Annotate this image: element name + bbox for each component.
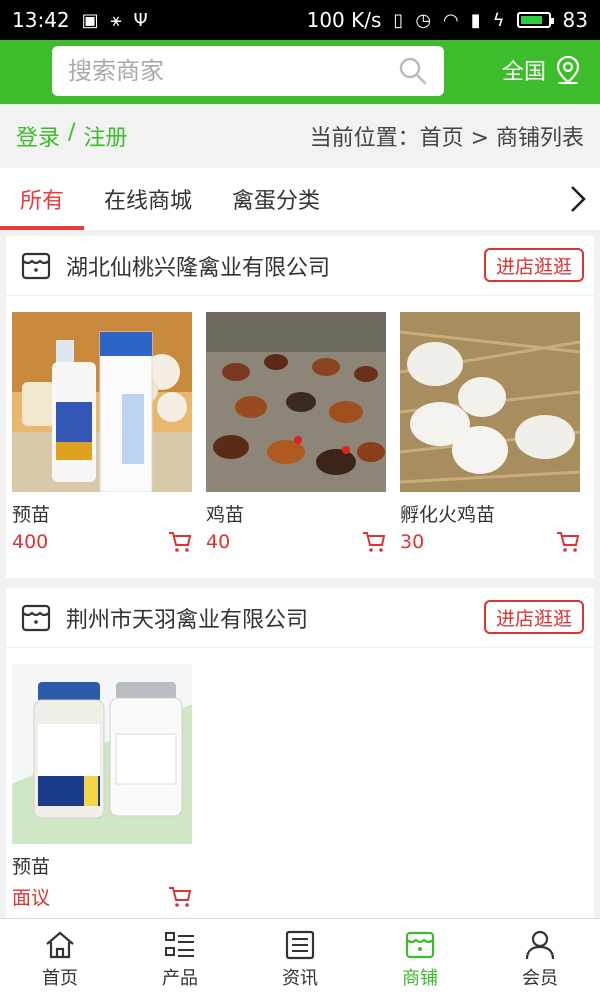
cart-icon[interactable] [556, 531, 580, 553]
home-icon [46, 931, 74, 958]
tab-online-mall[interactable]: 在线商城 [84, 168, 212, 230]
image-icon: ▣ [81, 9, 99, 31]
usb-icon: Ψ [133, 9, 148, 31]
price-row: 面议 [12, 883, 192, 910]
region-label: 全国 [501, 60, 546, 85]
list-icon [165, 931, 194, 957]
product-name: 预苗 [12, 856, 51, 878]
chevron-right-icon[interactable] [568, 184, 588, 214]
cart-icon[interactable] [362, 531, 386, 553]
cart-icon[interactable] [168, 531, 192, 553]
battery-icon [516, 12, 554, 28]
alarm-icon: ◷ [415, 9, 432, 31]
search-input[interactable] [68, 57, 398, 85]
visit-store-button[interactable]: 进店逛逛 [483, 248, 584, 282]
auth-separator: / [68, 120, 76, 145]
product-name: 预苗 [12, 504, 51, 526]
product-item[interactable]: 预苗 400 [12, 312, 192, 553]
search-icon[interactable] [398, 56, 428, 86]
charging-icon: ϟ [492, 9, 505, 31]
store-icon [21, 252, 51, 279]
nav-products[interactable]: 产品 [120, 919, 240, 1000]
product-price: 30 [400, 531, 425, 553]
store-icon [21, 604, 51, 631]
status-time: 13:42 [12, 8, 70, 32]
nav-member[interactable]: 会员 [480, 919, 600, 1000]
network-speed: 100 K/s [306, 8, 382, 32]
product-name: 孵化火鸡苗 [400, 504, 496, 526]
news-icon [285, 930, 315, 959]
wifi-icon: ◠ [443, 9, 459, 31]
shop-card: 荆州市天羽禽业有限公司 进店逛逛 预苗 面议 [6, 588, 594, 918]
nav-news[interactable]: 资讯 [240, 919, 360, 1000]
region-selector[interactable]: 全国 [502, 54, 582, 86]
shop-name[interactable]: 荆州市天羽禽业有限公司 [66, 602, 308, 634]
bottom-nav: 首页 产品 资讯 商铺 会员 [0, 918, 600, 1000]
status-bar: 13:42 ▣ ⚹ Ψ 100 K/s ▯ ◷ ◠ ▮ ϟ 83 [0, 0, 600, 40]
product-item[interactable]: 预苗 面议 [12, 664, 192, 910]
register-link[interactable]: 注册 [83, 120, 127, 152]
product-price: 面议 [12, 887, 51, 909]
shop-card: 湖北仙桃兴隆禽业有限公司 进店逛逛 预苗 400 鸡苗 40 孵化火鸡苗 30 [6, 236, 594, 578]
visit-store-button[interactable]: 进店逛逛 [483, 600, 584, 634]
product-image-vaccine-spray[interactable] [12, 312, 192, 492]
login-link[interactable]: 登录 [16, 120, 60, 152]
sub-header: 登录 / 注册 当前位置：首页 > 商铺列表 [0, 104, 600, 168]
product-price: 400 [12, 531, 49, 553]
search-box[interactable] [52, 46, 444, 96]
nav-home[interactable]: 首页 [0, 919, 120, 1000]
signal-icon: ▮ [470, 9, 481, 31]
product-list: 预苗 面议 [6, 648, 594, 910]
product-image-eggs[interactable] [400, 312, 580, 492]
breadcrumb: 当前位置：首页 > 商铺列表 [309, 126, 584, 151]
store-icon [405, 931, 435, 958]
product-price: 40 [206, 531, 231, 553]
shop-header: 湖北仙桃兴隆禽业有限公司 进店逛逛 [6, 236, 594, 296]
product-name: 鸡苗 [206, 504, 245, 526]
tab-all[interactable]: 所有 [0, 168, 85, 230]
price-row: 30 [400, 531, 580, 553]
header-bar: 全国 [0, 40, 600, 104]
price-row: 40 [206, 531, 386, 553]
shop-name[interactable]: 湖北仙桃兴隆禽业有限公司 [66, 250, 330, 282]
cart-icon[interactable] [168, 886, 192, 908]
nav-label: 产品 [162, 967, 198, 989]
location-pin-icon [556, 55, 580, 84]
product-list: 预苗 400 鸡苗 40 孵化火鸡苗 30 [6, 296, 594, 553]
product-image-vaccine-vials[interactable] [12, 664, 192, 844]
product-image-chickens[interactable] [206, 312, 386, 492]
shop-header: 荆州市天羽禽业有限公司 进店逛逛 [6, 588, 594, 648]
vibrate-icon: ▯ [393, 9, 404, 31]
share-icon: ⚹ [110, 9, 122, 31]
category-tabs: 所有 在线商城 禽蛋分类 [0, 168, 600, 230]
product-item[interactable]: 孵化火鸡苗 30 [400, 312, 580, 553]
auth-links: 登录 / 注册 [16, 120, 127, 152]
product-item[interactable]: 鸡苗 40 [206, 312, 386, 553]
user-icon [525, 930, 555, 959]
tab-poultry-egg-category[interactable]: 禽蛋分类 [212, 168, 340, 230]
nav-label: 商铺 [402, 967, 438, 989]
nav-stores[interactable]: 商铺 [360, 919, 480, 1000]
price-row: 400 [12, 531, 192, 553]
nav-label: 会员 [522, 967, 558, 989]
battery-percent: 83 [562, 8, 588, 32]
nav-label: 资讯 [282, 967, 318, 989]
nav-label: 首页 [42, 967, 78, 989]
